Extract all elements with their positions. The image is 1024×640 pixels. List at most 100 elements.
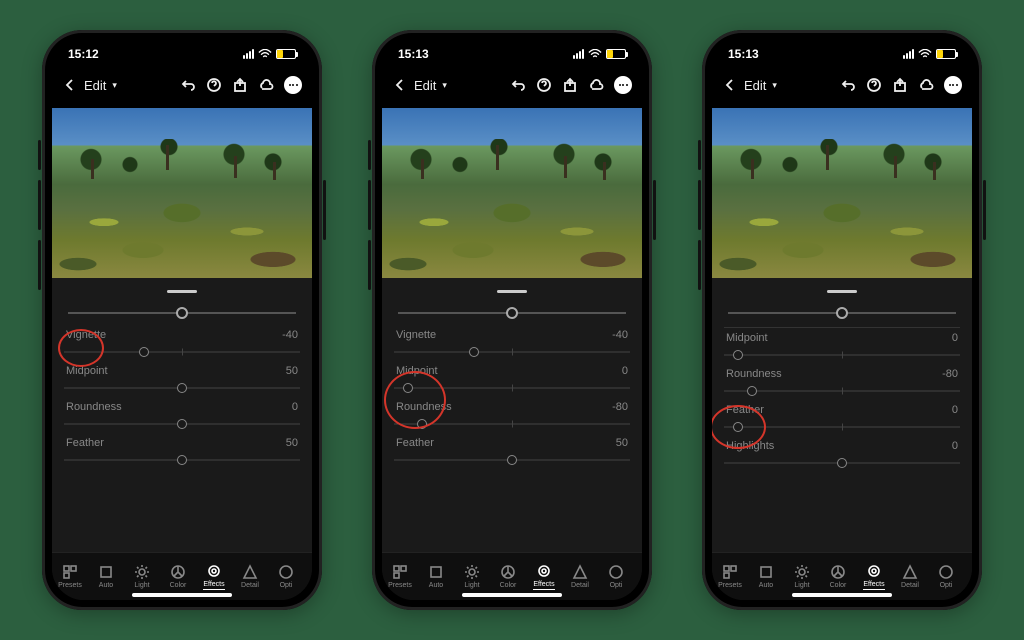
- more-icon[interactable]: [614, 76, 632, 94]
- screen: 15:13 Edit ▾: [712, 40, 972, 600]
- tab-auto[interactable]: Auto: [418, 564, 454, 589]
- home-indicator[interactable]: [792, 593, 892, 597]
- share-icon[interactable]: [232, 77, 248, 93]
- slider-value: -80: [612, 401, 628, 413]
- phone-mockup: 15:12 Edit ▾: [42, 30, 322, 610]
- clock: 15:13: [398, 47, 429, 61]
- slider-value: 50: [286, 365, 298, 377]
- slider-value: -40: [612, 329, 628, 341]
- tab-color[interactable]: Color: [820, 564, 856, 589]
- adjustments-panel: Vignette -40 Midpoint 0 Roundness-80 Feath…: [382, 278, 642, 600]
- slider-value: 0: [622, 365, 628, 377]
- undo-icon[interactable]: [180, 77, 196, 93]
- cloud-icon[interactable]: [258, 77, 274, 93]
- cellular-icon: [903, 49, 914, 59]
- master-slider[interactable]: [68, 301, 296, 325]
- photo-preview[interactable]: [52, 108, 312, 278]
- slider-highlights[interactable]: Highlights0: [724, 440, 960, 474]
- drag-handle[interactable]: [827, 290, 857, 293]
- master-slider[interactable]: [728, 301, 956, 325]
- tab-presets[interactable]: Presets: [712, 564, 748, 589]
- wifi-icon: [918, 49, 932, 59]
- tab-light[interactable]: Light: [784, 564, 820, 589]
- slider-feather[interactable]: Feather 50: [64, 437, 300, 471]
- slider-label: Feather: [66, 437, 104, 449]
- chevron-down-icon[interactable]: ▾: [112, 80, 117, 91]
- slider-vignette[interactable]: Vignette-40: [64, 329, 300, 363]
- cellular-icon: [243, 49, 254, 59]
- home-indicator[interactable]: [462, 593, 562, 597]
- photo-preview[interactable]: [382, 108, 642, 278]
- slider-roundness[interactable]: Roundness-80: [394, 401, 630, 435]
- slider-roundness[interactable]: Roundness-80: [724, 368, 960, 402]
- tab-detail[interactable]: Detail: [562, 564, 598, 589]
- tab-effects[interactable]: Effects: [856, 563, 892, 590]
- cloud-icon[interactable]: [588, 77, 604, 93]
- clock: 15:12: [68, 47, 99, 61]
- clock: 15:13: [728, 47, 759, 61]
- wifi-icon: [588, 49, 602, 59]
- phone-mockup: 15:13 Edit ▾: [702, 30, 982, 610]
- tab-effects[interactable]: Effects: [526, 563, 562, 590]
- tab-presets[interactable]: Presets: [52, 564, 88, 589]
- battery-icon: [936, 49, 956, 59]
- home-indicator[interactable]: [132, 593, 232, 597]
- tab-presets[interactable]: Presets: [382, 564, 418, 589]
- slider-vignette[interactable]: Vignette -40: [394, 329, 630, 363]
- slider-label: Midpoint: [66, 365, 108, 377]
- master-slider[interactable]: [398, 301, 626, 325]
- screen: 15:13 Edit ▾: [382, 40, 642, 600]
- back-icon[interactable]: [722, 77, 738, 93]
- slider-label: Vignette: [396, 329, 436, 341]
- slider-midpoint[interactable]: Midpoint 0: [394, 365, 630, 399]
- drag-handle[interactable]: [167, 290, 197, 293]
- edit-menu[interactable]: Edit: [744, 78, 766, 93]
- tab-detail[interactable]: Detail: [232, 564, 268, 589]
- edit-menu[interactable]: Edit: [414, 78, 436, 93]
- slider-label: Midpoint: [396, 365, 438, 377]
- slider-feather[interactable]: Feather0: [724, 404, 960, 438]
- back-icon[interactable]: [62, 77, 78, 93]
- share-icon[interactable]: [892, 77, 908, 93]
- slider-label: Roundness: [66, 401, 122, 413]
- more-icon[interactable]: [944, 76, 962, 94]
- help-icon[interactable]: [206, 77, 222, 93]
- slider-midpoint[interactable]: Midpoint0: [724, 332, 960, 366]
- chevron-down-icon[interactable]: ▾: [772, 80, 777, 91]
- tab-light[interactable]: Light: [454, 564, 490, 589]
- undo-icon[interactable]: [840, 77, 856, 93]
- tab-auto[interactable]: Auto: [88, 564, 124, 589]
- adjustments-panel: Vignette-40 Midpoint 50 Roundness 0 Feathe…: [52, 278, 312, 600]
- edit-menu[interactable]: Edit: [84, 78, 106, 93]
- tab-optics[interactable]: Opti: [598, 564, 634, 589]
- cloud-icon[interactable]: [918, 77, 934, 93]
- tab-optics[interactable]: Opti: [268, 564, 304, 589]
- tab-color[interactable]: Color: [160, 564, 196, 589]
- chevron-down-icon[interactable]: ▾: [442, 80, 447, 91]
- help-icon[interactable]: [536, 77, 552, 93]
- tab-light[interactable]: Light: [124, 564, 160, 589]
- photo-preview[interactable]: [712, 108, 972, 278]
- wifi-icon: [258, 49, 272, 59]
- tab-color[interactable]: Color: [490, 564, 526, 589]
- slider-feather[interactable]: Feather 50: [394, 437, 630, 471]
- back-icon[interactable]: [392, 77, 408, 93]
- tab-optics[interactable]: Opti: [928, 564, 964, 589]
- app-navbar: Edit ▾: [52, 68, 312, 102]
- slider-label: Vignette: [66, 329, 106, 341]
- slider-label: Feather: [396, 437, 434, 449]
- more-icon[interactable]: [284, 76, 302, 94]
- tab-auto[interactable]: Auto: [748, 564, 784, 589]
- drag-handle[interactable]: [497, 290, 527, 293]
- help-icon[interactable]: [866, 77, 882, 93]
- slider-label: Midpoint: [726, 332, 768, 344]
- slider-value: 0: [292, 401, 298, 413]
- slider-roundness[interactable]: Roundness 0: [64, 401, 300, 435]
- tab-detail[interactable]: Detail: [892, 564, 928, 589]
- slider-value: 50: [286, 437, 298, 449]
- undo-icon[interactable]: [510, 77, 526, 93]
- slider-value: 50: [616, 437, 628, 449]
- share-icon[interactable]: [562, 77, 578, 93]
- slider-midpoint[interactable]: Midpoint 50: [64, 365, 300, 399]
- tab-effects[interactable]: Effects: [196, 563, 232, 590]
